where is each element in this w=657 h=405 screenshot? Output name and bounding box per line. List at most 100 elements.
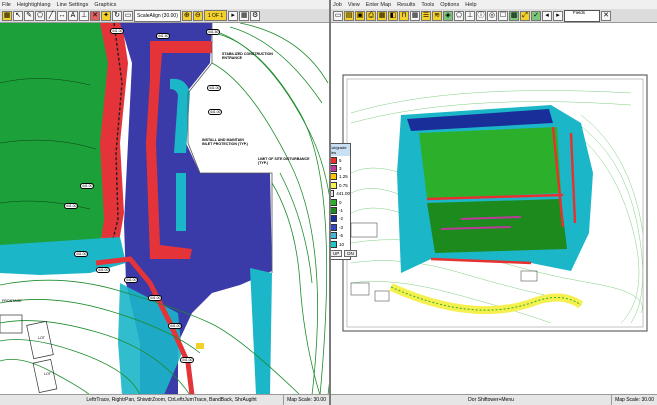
elevation-tag[interactable]: 441.00 [207,85,222,92]
legend-row[interactable]: 0.75 [331,181,350,189]
elevation-tag[interactable]: 441.00 [180,357,195,364]
elevation-tag[interactable]: 441.00 [148,295,163,302]
elevation-tag[interactable]: 441.50 [156,33,171,40]
legend-row[interactable]: -5 [331,232,350,240]
layer-tool-icon[interactable]: ▦ [2,10,12,21]
lot-boundaries [0,314,58,393]
right-menu-bar: Job View Enter Map Results Tools Options… [331,0,657,9]
refresh-icon[interactable]: ↻ [112,10,122,21]
legend-swatch [331,198,337,206]
legend-value: 5 [339,157,342,163]
legend-row[interactable]: 3 [331,164,350,173]
text-tool-icon[interactable]: A [68,10,78,21]
right-map-view[interactable]: Cut/grade Res 5 3 1.25 0.75 441.00 0 -1 -2 -3 -5 1… [331,23,657,395]
menu-item-view[interactable]: View [348,2,360,8]
elevation-tag[interactable]: 441.00 [168,323,183,330]
contour-icon[interactable]: ≋ [432,10,442,21]
menu-item-help[interactable]: Help [465,2,476,8]
info-icon[interactable]: ⓘ [476,10,486,21]
elevation-tag[interactable]: 441.00 [110,28,125,35]
legend-row[interactable]: 10 [331,240,350,248]
legend-swatch [331,156,337,164]
menu-item-job[interactable]: Job [333,2,342,8]
map-icon[interactable]: ▩ [509,10,519,21]
legend-swatch [331,232,337,240]
legend-row[interactable]: 5 [331,156,350,164]
elevation-tag[interactable]: 441.00 [96,267,111,274]
menu-item-results[interactable]: Results [397,2,415,8]
new-job-icon[interactable]: ▭ [333,10,343,21]
frontage-label: FRONTAGE [2,299,22,303]
menu-item-graphics[interactable]: Graphics [94,2,116,8]
arrow-left-icon[interactable]: ◂ [542,10,552,21]
grid-tool-icon[interactable]: ▦ [239,10,250,21]
select-icon[interactable]: ☐ [498,10,508,21]
menu-item-options[interactable]: Options [440,2,459,8]
arrow-right-icon[interactable]: ▸ [553,10,563,21]
legend-row[interactable]: 0 [331,198,350,206]
legend-row[interactable]: 441.00 [331,190,350,198]
menu-item-tools[interactable]: Tools [421,2,434,8]
fields-selector[interactable]: Fields [564,9,600,22]
close-icon[interactable]: ✕ [601,10,611,21]
zoom-fit-icon[interactable]: ⤢ [520,10,530,21]
cut-fill-legend: Cut/grade Res 5 3 1.25 0.75 441.00 0 -1 -2 -3 -5 1… [331,143,357,261]
cut-fill-icon[interactable]: ◧ [388,10,398,21]
legend-buttons: UP DN [331,248,357,259]
legend-up-button[interactable]: UP [331,250,343,258]
highlight-tool-icon[interactable]: ✦ [101,10,111,21]
legend-value: 3 [339,166,342,172]
right-takeoff-window: Job View Enter Map Results Tools Options… [331,0,657,405]
delete-tool-icon[interactable]: ✕ [90,10,100,21]
scale-align-field[interactable]: ScaleAlign (30.00) [134,9,181,22]
elevation-tag[interactable]: 441.00 [124,277,139,284]
line-tool-icon[interactable]: ╱ [46,10,56,21]
dim-tool-icon[interactable]: ↔ [57,10,67,21]
legend-row[interactable]: 1.25 [331,173,350,181]
menu-item-line-settings[interactable]: Line Settings [57,2,89,8]
lower-pad [427,199,567,253]
elevation-tag[interactable]: 441.00 [74,251,89,258]
legend-row[interactable]: -1 [331,206,350,215]
measure-icon[interactable]: ⊥ [465,10,475,21]
page-tool-icon[interactable]: ▭ [123,10,133,21]
mark-icon[interactable]: ✓ [531,10,541,21]
lot-label: LOT [44,372,51,376]
area-icon[interactable]: ⬠ [454,10,464,21]
menu-item-enter-map[interactable]: Enter Map [366,2,391,8]
lot-label: LOT [38,336,45,340]
area-tool-icon[interactable]: ⬠ [35,10,45,21]
elevation-tag[interactable]: 441.00 [208,109,223,116]
zoom-in-icon[interactable]: ⊕ [181,10,192,21]
print-icon[interactable]: ⎙ [366,10,376,21]
report-icon[interactable]: ☰ [421,10,431,21]
elevation-tool-icon[interactable]: ⊥ [79,10,89,21]
next-page-icon[interactable]: ▸ [228,10,239,21]
zoom-out-icon[interactable]: ⊖ [192,10,203,21]
pointer-tool-icon[interactable]: ↖ [13,10,23,21]
legend-row[interactable]: -2 [331,215,350,223]
legend-swatch [331,207,337,215]
save-job-icon[interactable]: ▣ [355,10,365,21]
legend-down-button[interactable]: DN [344,250,357,258]
open-job-icon[interactable]: ▤ [344,10,354,21]
legend-row[interactable]: -3 [331,223,350,231]
elevation-tag[interactable]: 441.50 [206,29,221,36]
layers-icon[interactable]: ▦ [377,10,387,21]
elevation-tag[interactable]: 441.00 [64,203,79,210]
left-plan-view[interactable]: STABILIZED CONSTRUCTION ENTRANCE INSTALL … [0,23,329,395]
target-icon[interactable]: ◎ [487,10,497,21]
trace-tool-icon[interactable]: ✎ [24,10,34,21]
trench-icon[interactable]: ⊓ [399,10,409,21]
view-3d-icon[interactable]: ◈ [443,10,453,21]
elevation-tag[interactable]: 441.00 [80,183,95,190]
grid-icon[interactable]: ▦ [410,10,420,21]
right-status-bar: Dor Shiftower+Menu Map Scale: 30.00 [331,394,657,405]
inlet-channel [176,173,186,231]
menu-item-file[interactable]: File [2,2,11,8]
legend-swatch [331,240,337,248]
settings-tool-icon[interactable]: ⚙ [250,10,261,21]
menu-item-heightighlang[interactable]: Heightighlang [17,2,51,8]
page-selector[interactable]: 1 OF 1 [203,10,228,21]
legend-swatch [331,223,337,231]
